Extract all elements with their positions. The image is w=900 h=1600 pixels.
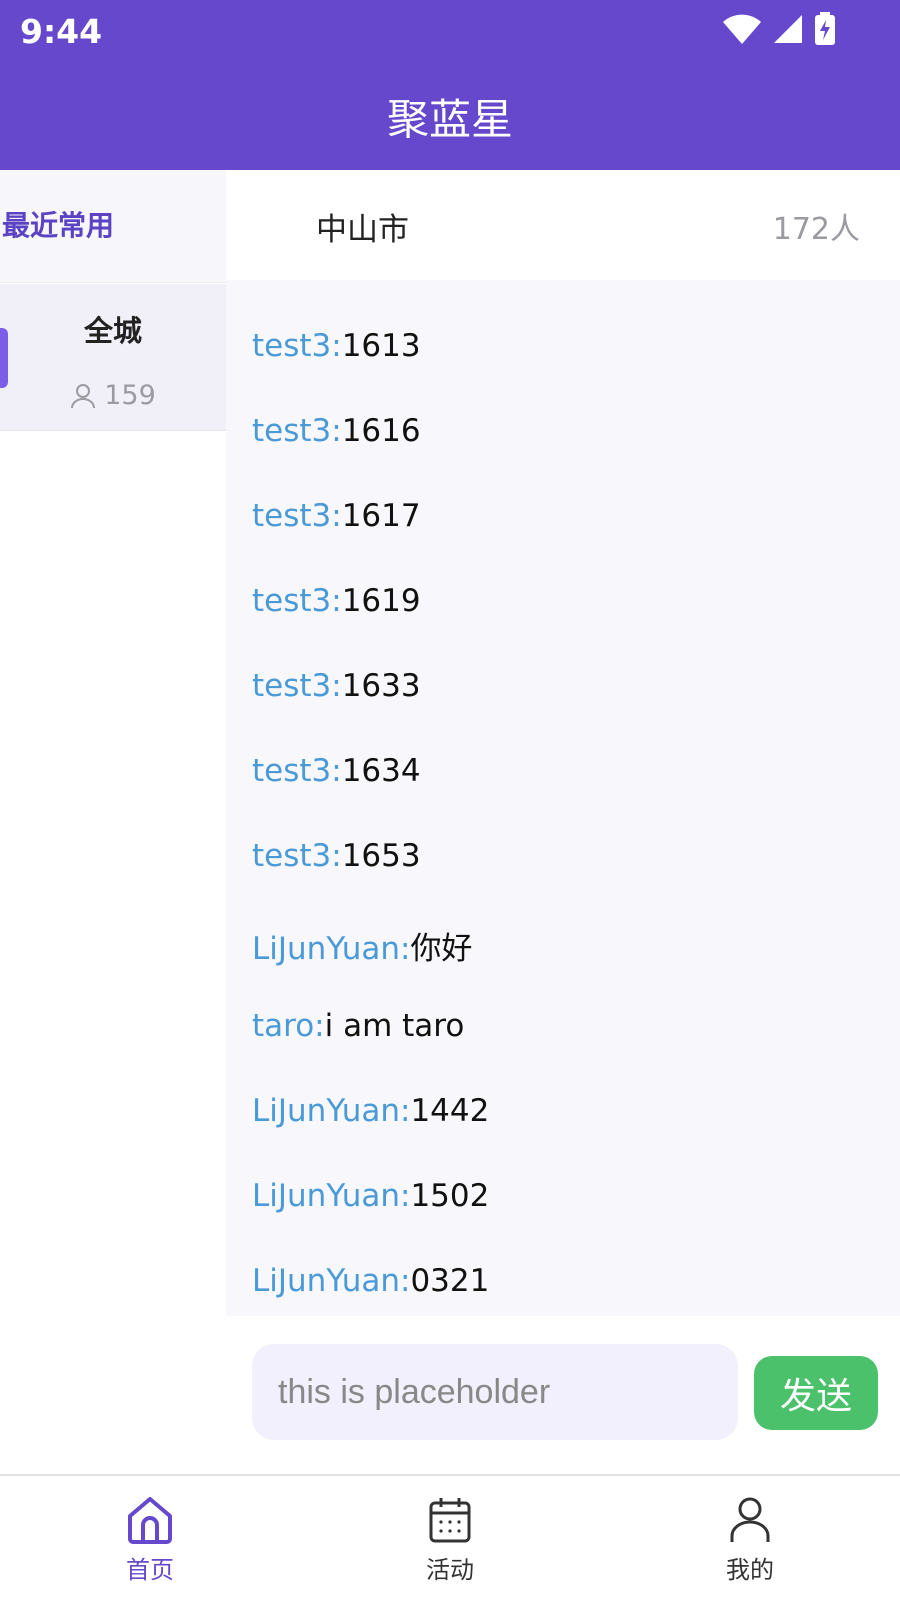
home-icon [128, 1497, 172, 1544]
message-item: test3:1619 [252, 583, 421, 619]
message-username[interactable]: test3: [252, 668, 342, 704]
message-text: 1617 [341, 498, 421, 534]
sidebar-item-recent[interactable]: 最近常用 [0, 170, 226, 283]
status-time: 9:44 [20, 12, 103, 51]
message-item: test3:1613 [252, 328, 421, 364]
nav-item-home[interactable]: 首页 [90, 1494, 210, 1585]
message-text: 1634 [341, 753, 421, 789]
battery-charging-icon [815, 12, 835, 45]
message-composer: 发送 [226, 1316, 900, 1474]
message-item: test3:1617 [252, 498, 421, 534]
sidebar-item-city[interactable]: 全城 159 [0, 284, 226, 431]
message-item: LiJunYuan:0321 [252, 1263, 489, 1299]
room-member-count: 172人 [772, 212, 860, 247]
message-username[interactable]: test3: [252, 413, 342, 449]
message-text: i am taro [324, 1008, 465, 1044]
send-button[interactable]: 发送 [754, 1356, 878, 1430]
nav-item-activity[interactable]: 活动 [390, 1494, 510, 1585]
bottom-nav: 首页 活动 我的 [0, 1474, 900, 1600]
nav-label-profile: 我的 [726, 1556, 774, 1584]
cellular-signal-icon [774, 15, 802, 43]
message-text: 1502 [410, 1178, 490, 1214]
message-username[interactable]: LiJunYuan: [252, 1093, 410, 1129]
message-text: 1619 [341, 583, 421, 619]
room-name: 中山市 [316, 212, 409, 248]
message-username[interactable]: test3: [252, 328, 342, 364]
app-header: 9:44 聚蓝星 [0, 0, 900, 170]
message-list[interactable]: test3:1613 test3:1616 test3:1617 test3:1619… [226, 280, 900, 1316]
message-username[interactable]: test3: [252, 498, 342, 534]
message-input[interactable] [252, 1344, 738, 1440]
message-text: 你好 [410, 931, 473, 967]
message-item: LiJunYuan:1442 [252, 1093, 489, 1129]
message-text: 1653 [341, 838, 421, 874]
message-item: LiJunYuan:1502 [252, 1178, 489, 1214]
sidebar: 最近常用 全城 159 [0, 170, 226, 1474]
sidebar-recent-label: 最近常用 [2, 209, 115, 242]
chat-header: 中山市 172人 [226, 170, 900, 280]
message-username[interactable]: test3: [252, 753, 342, 789]
message-text: 0321 [410, 1263, 490, 1299]
nav-label-activity: 活动 [426, 1556, 474, 1584]
message-item: test3:1653 [252, 838, 421, 874]
wifi-icon [723, 14, 761, 44]
sidebar-city-name: 全城 [83, 314, 142, 348]
message-item: test3:1616 [252, 413, 421, 449]
nav-item-profile[interactable]: 我的 [690, 1494, 810, 1585]
nav-label-home: 首页 [126, 1556, 174, 1584]
person-icon [71, 383, 96, 408]
message-username[interactable]: LiJunYuan: [252, 1263, 410, 1299]
city-member-count: 159 [104, 380, 156, 411]
message-username[interactable]: test3: [252, 838, 342, 874]
message-username[interactable]: LiJunYuan: [252, 931, 410, 967]
message-item: test3:1633 [252, 668, 421, 704]
calendar-icon [429, 1498, 471, 1543]
message-text: 1633 [341, 668, 421, 704]
message-item: LiJunYuan:你好 [252, 923, 472, 968]
message-text: 1442 [410, 1093, 490, 1129]
message-username[interactable]: LiJunYuan: [252, 1178, 410, 1214]
message-text: 1616 [341, 413, 421, 449]
app-title: 聚蓝星 [386, 95, 513, 144]
user-icon [730, 1497, 770, 1542]
message-username[interactable]: test3: [252, 583, 342, 619]
status-icons [722, 12, 836, 46]
sidebar-city-count: 159 [0, 380, 226, 411]
message-item: test3:1634 [252, 753, 421, 789]
message-item: taro:i am taro [252, 1008, 464, 1044]
message-username[interactable]: taro: [252, 1008, 325, 1044]
message-text: 1613 [341, 328, 421, 364]
